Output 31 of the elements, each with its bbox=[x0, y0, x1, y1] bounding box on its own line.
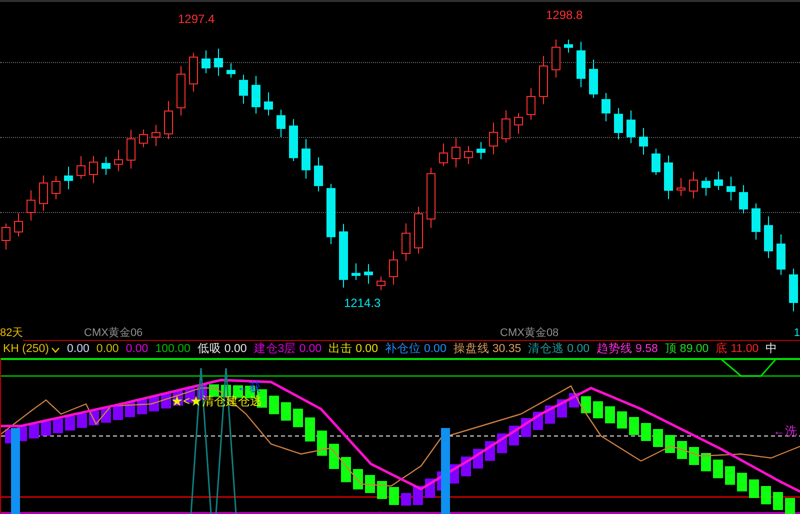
legend-value: 100.00 bbox=[155, 342, 190, 357]
signal-label: ←洗 bbox=[773, 423, 797, 440]
legend-value: 0.00 bbox=[126, 342, 148, 357]
legend-label: 趋势线 bbox=[596, 342, 633, 357]
legend-label: 低吸 bbox=[197, 342, 222, 357]
legend-label: 操盘线 bbox=[453, 342, 490, 357]
edge-value-label: 1 bbox=[794, 326, 800, 341]
indicator-selector[interactable]: KH (250) bbox=[3, 341, 60, 358]
legend-label: 中 bbox=[766, 342, 778, 357]
legend-value: 0.00 bbox=[356, 342, 378, 357]
legend-label: 清仓逃 bbox=[528, 342, 564, 357]
legend-label: 出击 bbox=[328, 342, 353, 357]
legend-value: 9.58 bbox=[636, 342, 658, 357]
legend-label: 建仓3层 bbox=[254, 342, 296, 357]
legend-value: 0.00 bbox=[424, 342, 446, 357]
legend-value: 30.35 bbox=[492, 342, 522, 357]
legend-value: 0.00 bbox=[224, 342, 247, 357]
period-days-label: 82天 bbox=[0, 325, 24, 342]
legend-label: 顶 bbox=[664, 342, 677, 357]
contract-label: CMX黄金06 bbox=[84, 326, 143, 341]
notch-line bbox=[720, 358, 777, 377]
legend-label: 底 bbox=[716, 341, 728, 357]
legend-value: 0.00 bbox=[567, 342, 590, 357]
legend-value: 0.00 bbox=[67, 342, 90, 357]
legend-value: 89.00 bbox=[680, 342, 709, 357]
legend-value: 0.00 bbox=[96, 342, 119, 357]
legend-value: 0.00 bbox=[299, 342, 322, 357]
legend-label: 补仓位 bbox=[384, 341, 421, 357]
caret-icon bbox=[51, 346, 60, 352]
legend-value: 11.00 bbox=[730, 342, 759, 357]
contract-label: CMX黄金08 bbox=[500, 326, 559, 341]
